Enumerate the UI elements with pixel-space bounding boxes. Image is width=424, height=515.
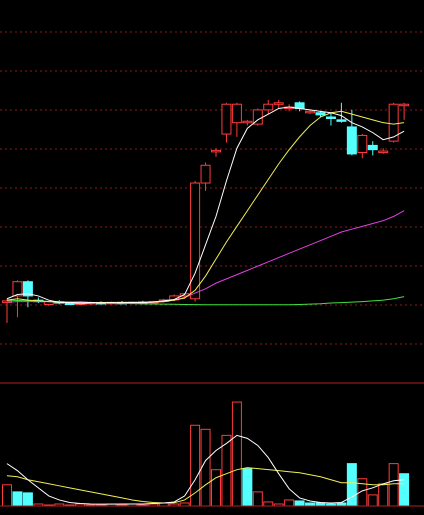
candle-body <box>273 102 284 105</box>
volume-bars <box>2 401 410 507</box>
volume-bar <box>231 401 242 507</box>
volume-bar <box>200 428 211 507</box>
volume-bar <box>378 483 389 507</box>
volume-bar <box>263 501 274 507</box>
volume-bar <box>367 494 378 507</box>
volume-bar <box>242 468 253 507</box>
volume-bar <box>284 499 295 507</box>
price-panel-grid <box>0 31 424 345</box>
volume-bar <box>388 463 399 507</box>
candle-body <box>305 110 316 114</box>
candle-body <box>315 112 326 116</box>
volume-bar <box>22 492 33 507</box>
volume-bar <box>211 469 221 507</box>
price-candles <box>2 99 410 323</box>
candle-body <box>325 116 336 119</box>
ma20-line <box>6 210 405 304</box>
candle-body <box>367 144 378 151</box>
ma10-line <box>6 110 405 305</box>
candle-body <box>357 134 368 154</box>
stock-chart <box>0 31 424 507</box>
volume-bar <box>346 463 357 507</box>
candle-body <box>399 103 410 107</box>
volume-bar <box>294 500 305 507</box>
candle-body <box>336 119 347 122</box>
candle-body <box>346 126 357 155</box>
volume-bar <box>190 424 201 507</box>
price-moving-averages <box>6 106 405 306</box>
candle-body <box>190 182 201 300</box>
candle-body <box>263 103 274 111</box>
candle-body <box>378 150 389 154</box>
candle-body <box>200 164 211 184</box>
volume-bar <box>252 491 263 507</box>
candle-body <box>221 103 232 135</box>
candle-body <box>231 103 242 124</box>
candle-body <box>211 149 221 153</box>
ma5-line <box>6 106 405 304</box>
candle-body <box>242 120 253 124</box>
volume-bar <box>12 491 23 507</box>
volume-bar <box>2 484 12 507</box>
volume-bar <box>399 473 410 507</box>
